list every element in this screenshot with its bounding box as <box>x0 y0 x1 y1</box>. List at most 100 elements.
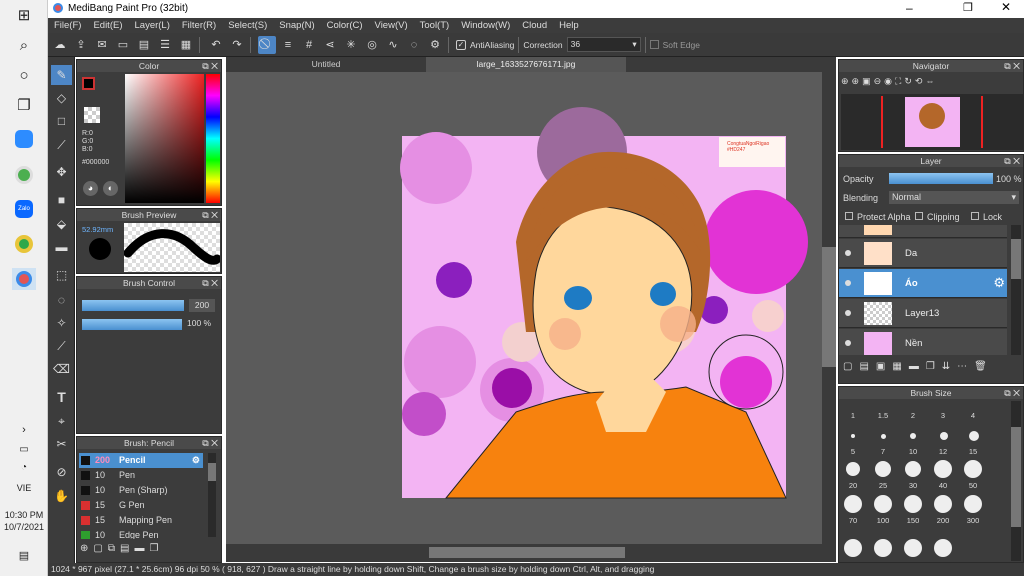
panel-close-icon[interactable]: ⧉ ✕ <box>202 437 218 449</box>
brush-size-70[interactable]: 70 <box>841 516 865 525</box>
brush-size-30[interactable]: 30 <box>901 481 925 490</box>
select-rect-tool-icon[interactable]: ⬚ <box>51 265 72 285</box>
gear-icon[interactable]: ⚙ <box>993 275 1005 291</box>
new-layer-icon[interactable]: ▢ <box>843 361 852 372</box>
clock-time[interactable]: 10:30 PM <box>0 510 48 520</box>
palette-icon[interactable]: ◕ <box>83 181 98 196</box>
close-icon[interactable]: ✕ <box>1001 0 1011 14</box>
panel-close-icon[interactable]: ⧉ ✕ <box>202 277 218 289</box>
page-icon[interactable]: ▤ <box>135 36 153 54</box>
folder-icon[interactable]: ▬ <box>909 361 919 372</box>
comment-icon[interactable]: ✉ <box>93 36 111 54</box>
snap-radial-icon[interactable]: ✳ <box>342 36 360 54</box>
saturation-value-picker[interactable] <box>125 74 204 203</box>
brush-size-10[interactable]: 10 <box>901 447 925 456</box>
brush-size-20[interactable]: 20 <box>841 481 865 490</box>
layer-row-top[interactable] <box>839 225 1007 238</box>
delete-layer-icon[interactable]: 🗑 <box>974 361 987 372</box>
eraser-tool-icon[interactable]: ◇ <box>51 88 72 108</box>
properties-icon[interactable]: ▤ <box>120 543 129 554</box>
new-8bit-layer-icon[interactable]: ▣ <box>876 361 885 372</box>
brush-item-pen[interactable]: 10 Pen <box>79 468 203 483</box>
folder-icon[interactable]: ▬ <box>134 543 144 554</box>
dot-tool-icon[interactable]: □ <box>51 111 72 131</box>
cloud-icon[interactable]: ☁ <box>51 36 69 54</box>
snap-off-icon[interactable]: ⃠ <box>258 35 276 54</box>
brush-size-100[interactable]: 100 <box>871 516 895 525</box>
navigator-preview[interactable] <box>841 94 1023 150</box>
brush-size-scrollbar[interactable] <box>1011 401 1021 561</box>
snap-ellipse-icon[interactable]: ◌ <box>405 36 423 54</box>
soft-edge-checkbox[interactable] <box>649 40 659 49</box>
panel-close-icon[interactable]: ⧉ ✕ <box>202 60 218 72</box>
eye-icon[interactable] <box>845 280 851 286</box>
brush-size-5[interactable]: 5 <box>841 447 865 456</box>
clipping-checkbox[interactable] <box>915 212 923 220</box>
snap-curve-icon[interactable]: ∿ <box>384 36 402 54</box>
zoom-app-icon[interactable] <box>12 128 36 150</box>
notification-icon[interactable]: ▤ <box>12 544 36 566</box>
lasso-tool-icon[interactable]: ◌ <box>51 290 72 310</box>
eye-icon[interactable] <box>845 340 851 346</box>
layer-row-layer13[interactable]: Layer13 <box>839 299 1007 328</box>
layer-opacity-value[interactable]: 100 % <box>996 174 1022 184</box>
brush-size-150[interactable]: 150 <box>901 516 925 525</box>
antialiasing-checkbox[interactable]: ✓ <box>456 39 466 50</box>
minimize-icon[interactable]: – <box>906 1 913 15</box>
divide-tool-icon[interactable]: ✂ <box>51 434 72 454</box>
list-icon[interactable]: ☰ <box>156 36 174 54</box>
chrome-app-icon[interactable] <box>12 233 36 255</box>
tab-untitled[interactable]: Untitled <box>226 57 426 72</box>
duplicate-layer-icon[interactable]: ❐ <box>926 361 935 372</box>
transparent-color-swatch[interactable] <box>84 107 100 123</box>
cortana-icon[interactable]: ○ <box>12 64 36 86</box>
new-halftone-layer-icon[interactable]: ▤ <box>859 361 868 372</box>
eyedropper-tool-icon[interactable]: ⊘ <box>51 462 72 482</box>
grid-icon[interactable]: ▦ <box>177 36 195 54</box>
brush-opacity-value[interactable]: 100 % <box>187 318 211 328</box>
windows-start-icon[interactable]: ⊞ <box>12 4 36 26</box>
menu-window[interactable]: Window(W) <box>455 20 516 31</box>
zoom-fit-icon[interactable]: ⊕ <box>852 76 860 87</box>
flip-icon[interactable]: ⇔ <box>925 76 934 87</box>
search-icon[interactable]: ⌕ <box>12 34 36 56</box>
canvas-vertical-scrollbar[interactable] <box>822 72 836 544</box>
chat-icon[interactable]: ▭ <box>114 36 132 54</box>
menu-cloud[interactable]: Cloud <box>516 20 553 31</box>
task-view-icon[interactable]: ❐ <box>12 94 36 116</box>
menu-select[interactable]: Select(S) <box>222 20 273 31</box>
fill-rect-tool-icon[interactable]: ■ <box>51 190 72 210</box>
fullscreen-icon[interactable]: ⛶ <box>895 76 901 87</box>
layer-row-ao[interactable]: Áo ⚙ <box>839 269 1007 298</box>
brush-item-g-pen[interactable]: 15 G Pen <box>79 498 203 513</box>
redo-icon[interactable]: ↷ <box>228 36 246 54</box>
fit-window-icon[interactable]: ▣ <box>862 76 871 87</box>
menu-view[interactable]: View(V) <box>369 20 414 31</box>
magic-wand-tool-icon[interactable]: ✧ <box>51 313 72 333</box>
medibang-app-icon[interactable] <box>12 268 36 290</box>
brush-size-1[interactable]: 1 <box>841 411 865 420</box>
brush-size-50[interactable]: 50 <box>961 481 985 490</box>
brush-size-3[interactable]: 3 <box>931 411 955 420</box>
protect-alpha-checkbox[interactable] <box>845 212 853 220</box>
copy-brush-icon[interactable]: ⧉ <box>108 543 115 554</box>
canvas-area[interactable]: CongtuaNgoiRigao #HD247 <box>226 72 836 544</box>
snap-perspective-icon[interactable]: ⋖ <box>321 36 339 54</box>
clock-date[interactable]: 10/7/2021 <box>0 522 48 532</box>
share-icon[interactable]: ⇪ <box>72 36 90 54</box>
brush-size-1-5[interactable]: 1.5 <box>871 411 895 420</box>
menu-filter[interactable]: Filter(R) <box>176 20 222 31</box>
brush-size-7[interactable]: 7 <box>871 447 895 456</box>
brush-item-pencil[interactable]: 200 Pencil ⚙ <box>79 453 203 468</box>
merge-layer-icon[interactable]: ⇊ <box>942 361 950 372</box>
brush-size-4[interactable]: 4 <box>961 411 985 420</box>
select-eraser-tool-icon[interactable]: ⌫ <box>51 359 72 379</box>
color-swap-icon[interactable]: ◐ <box>103 181 118 196</box>
hue-slider[interactable] <box>206 74 220 203</box>
snap-grid-icon[interactable]: # <box>300 36 318 54</box>
wifi-volume-icon[interactable]: ◔ <box>12 456 36 478</box>
eye-icon[interactable] <box>845 250 851 256</box>
menu-color[interactable]: Color(C) <box>321 20 369 31</box>
new-1bit-layer-icon[interactable]: ▦ <box>892 361 901 372</box>
foreground-color-swatch[interactable] <box>82 77 95 90</box>
